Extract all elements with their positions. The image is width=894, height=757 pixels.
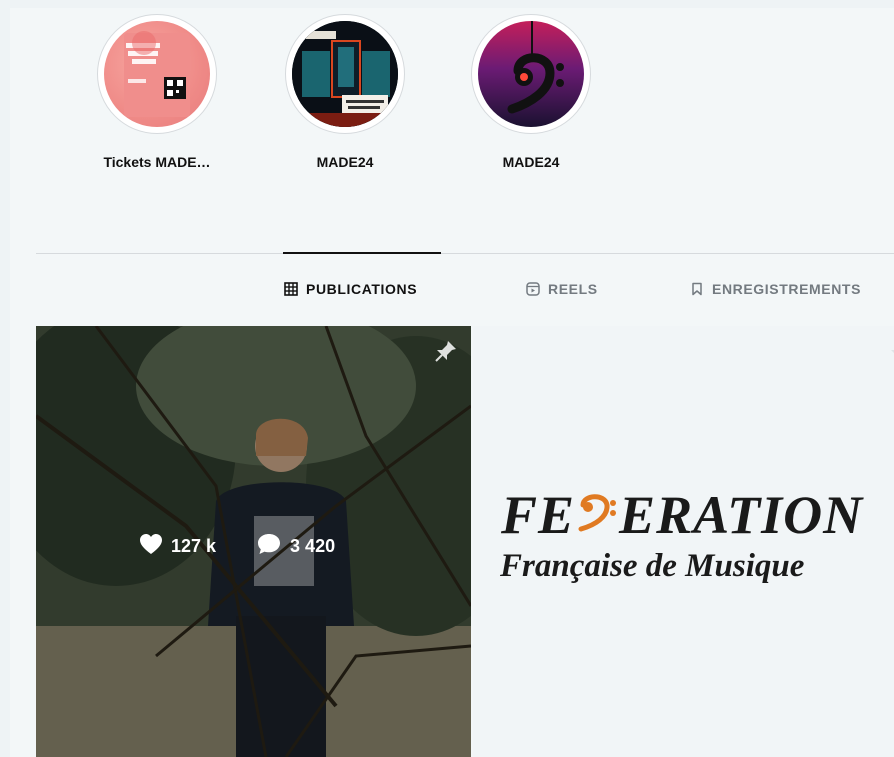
highlight-cover-tickets [104, 21, 210, 127]
bass-clef-image [507, 21, 564, 114]
tab-enregistrements[interactable]: ENREGISTREMENTS [690, 281, 861, 297]
comments-count: 3 420 [290, 536, 336, 556]
post-tile[interactable]: 127 k 3 420 [36, 326, 471, 757]
highlight-label: Tickets MADE… [103, 154, 211, 170]
tabs-divider [36, 253, 894, 254]
highlight-cover-made24-1 [292, 21, 398, 127]
heart-icon [139, 533, 163, 560]
stage-poster-image [292, 21, 398, 127]
grid-icon [284, 282, 298, 296]
tab-label: REELS [548, 281, 598, 297]
tab-label: PUBLICATIONS [306, 281, 418, 297]
profile-tabs: PUBLICATIONS REELS ENREGISTREMENTS [10, 281, 894, 301]
comments-stat: 3 420 [256, 532, 335, 561]
bass-clef-logo-icon [577, 484, 617, 546]
bookmark-icon [690, 282, 704, 296]
tickets-poster-image [124, 31, 190, 117]
post-image-subtitle: Française de Musique [500, 548, 805, 584]
title-part-right: ERATION [619, 485, 864, 545]
highlight-ring [97, 14, 217, 134]
highlight-ring [471, 14, 591, 134]
highlight-cover-made24-2 [478, 21, 584, 127]
likes-stat: 127 k [139, 533, 216, 560]
highlight-made24-1[interactable]: MADE24 [282, 14, 408, 170]
pin-icon [887, 338, 894, 369]
tab-label: ENREGISTREMENTS [712, 281, 862, 297]
post-image-title: FE ERATION [501, 484, 863, 546]
highlight-ring [285, 14, 405, 134]
active-tab-indicator [283, 252, 441, 254]
highlight-tickets[interactable]: Tickets MADE… [94, 14, 220, 170]
highlight-label: MADE24 [502, 154, 560, 170]
comment-icon [256, 532, 282, 561]
likes-count: 127 k [171, 536, 217, 556]
post-stats: 127 k 3 420 [139, 532, 335, 561]
title-part-left: FE [501, 485, 576, 545]
tab-publications[interactable]: PUBLICATIONS [284, 281, 417, 297]
highlight-made24-2[interactable]: MADE24 [468, 14, 594, 170]
reels-icon [526, 282, 540, 296]
tab-reels[interactable]: REELS [526, 281, 598, 297]
post-tile[interactable]: FE ERATION Française de Musique [473, 326, 894, 757]
highlight-label: MADE24 [316, 154, 374, 170]
profile-page: Tickets MADE… MADE24 MADE24 PUBLICATIONS… [10, 8, 894, 757]
pin-icon [433, 338, 459, 369]
